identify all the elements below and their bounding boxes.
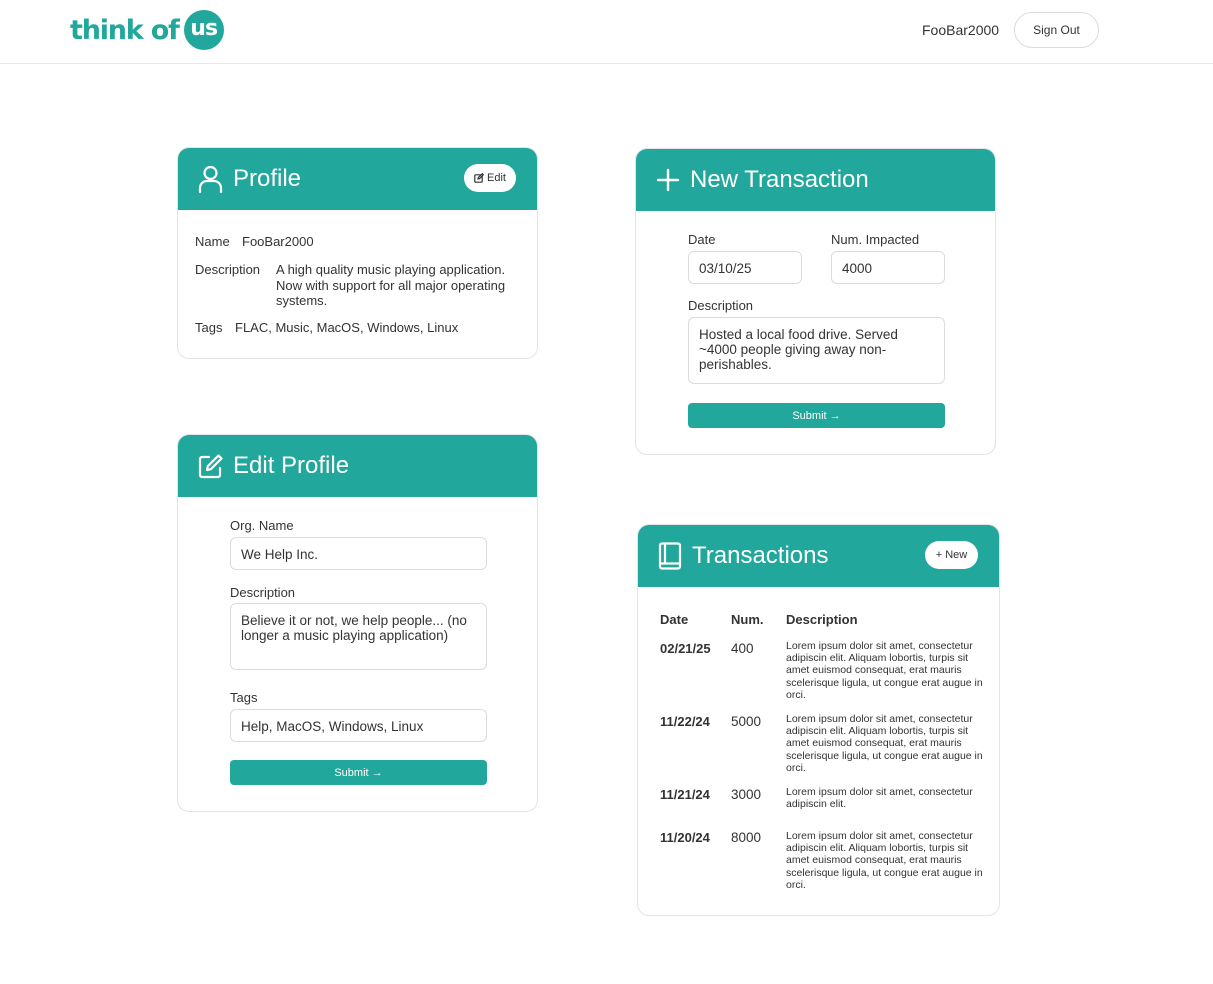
- row-description: Lorem ipsum dolor sit amet, consectetur …: [786, 713, 983, 774]
- user-icon: [198, 165, 223, 193]
- edit-description-textarea[interactable]: Believe it or not, we help people... (no…: [230, 603, 487, 670]
- book-icon: [658, 542, 682, 570]
- profile-description-label: Description: [195, 262, 261, 277]
- edit-profile-card-header: Edit Profile: [178, 435, 537, 497]
- edit-button-label: Edit: [487, 172, 506, 184]
- column-header-num: Num.: [731, 612, 764, 627]
- org-name-label: Org. Name: [230, 518, 294, 533]
- edit-profile-card: Edit Profile Org. Name We Help Inc. Desc…: [177, 434, 538, 812]
- org-name-input[interactable]: We Help Inc.: [230, 537, 487, 570]
- profile-card: Profile Edit Name FooBar2000 Description…: [177, 147, 538, 359]
- num-impacted-input[interactable]: 4000: [831, 251, 945, 284]
- edit-profile-submit-button[interactable]: Submit →: [230, 760, 487, 785]
- row-date: 11/20/24: [660, 830, 710, 845]
- logo-badge: us: [183, 10, 224, 50]
- row-num: 5000: [731, 714, 762, 729]
- sign-out-button[interactable]: Sign Out: [1014, 12, 1099, 48]
- profile-name-label: Name: [195, 234, 230, 249]
- profile-description-value: A high quality music playing application…: [276, 262, 506, 308]
- current-username: FooBar2000: [922, 22, 1000, 38]
- transactions-card: Transactions + New Date Num. Description…: [637, 524, 1000, 916]
- row-date: 02/21/25: [660, 641, 711, 656]
- transactions-card-header: Transactions + New: [638, 525, 999, 587]
- logo[interactable]: think of us: [70, 10, 224, 50]
- transaction-description-textarea[interactable]: Hosted a local food drive. Served ~4000 …: [688, 317, 945, 384]
- profile-tags-value: FLAC, Music, MacOS, Windows, Linux: [235, 320, 459, 335]
- new-transaction-button[interactable]: + New: [925, 541, 978, 569]
- transaction-date-label: Date: [688, 232, 716, 247]
- row-date: 11/21/24: [660, 787, 710, 802]
- edit-tags-label: Tags: [230, 690, 258, 705]
- row-description: Lorem ipsum dolor sit amet, consectetur …: [786, 640, 983, 701]
- profile-tags-label: Tags: [195, 320, 223, 335]
- transaction-description-label: Description: [688, 298, 754, 313]
- top-bar: think of us FooBar2000 Sign Out: [0, 0, 1213, 64]
- edit-profile-title: Edit Profile: [233, 452, 350, 479]
- row-num: 3000: [731, 787, 762, 802]
- edit-tags-input[interactable]: Help, MacOS, Windows, Linux: [230, 709, 487, 742]
- row-num: 8000: [731, 830, 762, 845]
- new-transaction-title: New Transaction: [690, 166, 869, 193]
- row-num: 400: [731, 641, 754, 656]
- column-header-description: Description: [786, 612, 858, 627]
- row-date: 11/22/24: [660, 714, 710, 729]
- row-description: Lorem ipsum dolor sit amet, consectetur …: [786, 786, 973, 811]
- new-transaction-card-header: New Transaction: [636, 149, 995, 211]
- row-description: Lorem ipsum dolor sit amet, consectetur …: [786, 830, 983, 891]
- edit-icon: [474, 173, 485, 183]
- transaction-date-input[interactable]: 03/10/25: [688, 251, 802, 284]
- new-transaction-submit-button[interactable]: Submit →: [688, 403, 945, 428]
- plus-icon: [656, 168, 680, 192]
- new-transaction-card: New Transaction Date 03/10/25 Num. Impac…: [635, 148, 996, 455]
- edit-description-label: Description: [230, 585, 296, 600]
- edit-profile-button[interactable]: Edit: [464, 164, 516, 192]
- profile-name-value: FooBar2000: [242, 234, 314, 249]
- logo-text: think of: [70, 14, 180, 46]
- transactions-title: Transactions: [692, 542, 829, 569]
- profile-card-header: Profile Edit: [178, 148, 537, 210]
- num-impacted-label: Num. Impacted: [831, 232, 920, 247]
- profile-title: Profile: [233, 165, 302, 192]
- column-header-date: Date: [660, 612, 689, 627]
- edit-icon: [198, 453, 223, 479]
